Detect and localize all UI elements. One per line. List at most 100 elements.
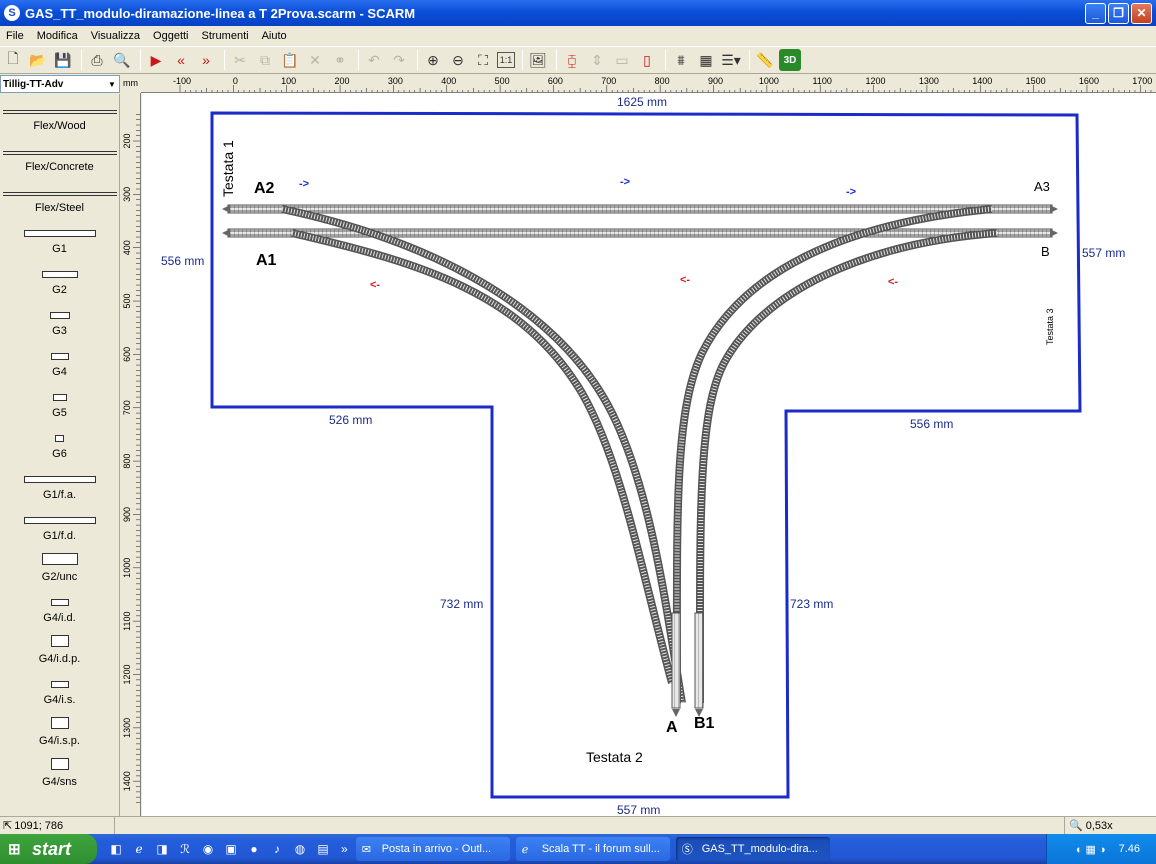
quick-launch-icon[interactable]: ▤ xyxy=(314,840,332,858)
menu-oggetti[interactable]: Oggetti xyxy=(147,30,195,42)
open-folder-icon[interactable]: 📂 xyxy=(27,49,49,71)
track-shape xyxy=(41,271,78,278)
forward-icon[interactable]: » xyxy=(195,49,217,71)
track-height-icon[interactable]: ⇕ xyxy=(586,49,608,71)
maximize-button[interactable]: ❐ xyxy=(1108,2,1129,24)
quick-launch-icon[interactable]: ◍ xyxy=(291,840,309,858)
quick-launch-icon[interactable]: ♪ xyxy=(268,840,286,858)
run-icon[interactable]: ▶ xyxy=(145,49,167,71)
print-icon[interactable]: ⎙ xyxy=(86,49,108,71)
task-outlook[interactable]: ✉ Posta in arrivo - Outl... xyxy=(355,837,510,861)
layout-drawing xyxy=(210,111,1082,799)
dimension-inner-left: 526 mm xyxy=(329,413,373,427)
image-icon[interactable]: 🖼 xyxy=(527,49,549,71)
track-shape xyxy=(23,517,96,524)
redo-icon[interactable]: ↷ xyxy=(388,49,410,71)
dimension-top: 1625 mm xyxy=(617,95,668,109)
menu-modifica[interactable]: Modifica xyxy=(31,30,85,42)
grid-icon[interactable]: ▦ xyxy=(695,49,717,71)
menu-strumenti[interactable]: Strumenti xyxy=(196,30,256,42)
library-item-g5[interactable]: G5 xyxy=(0,378,119,419)
library-item-g2-unc[interactable]: G2/unc xyxy=(0,542,119,583)
paste-icon[interactable]: 📋 xyxy=(279,49,301,71)
start-button[interactable]: ⊞ start xyxy=(0,834,97,864)
measure-icon[interactable]: 📏 xyxy=(754,49,776,71)
menu-file[interactable]: File xyxy=(0,30,31,42)
track-isolate-icon[interactable]: ▯ xyxy=(636,49,658,71)
rewind-icon[interactable]: « xyxy=(170,49,192,71)
library-selector[interactable]: Tillig-TT-Adv ▼ xyxy=(0,75,120,93)
quick-launch-icon[interactable]: ◨ xyxy=(153,840,171,858)
track-straight-upper xyxy=(222,204,1058,214)
library-item-g4-is[interactable]: G4/i.s. xyxy=(0,665,119,706)
task-browser[interactable]: ℯ Scala TT - il forum sull... xyxy=(515,837,670,861)
layout-canvas[interactable]: 1625 mm 556 mm 557 mm 526 mm 556 mm 732 … xyxy=(142,93,1156,816)
layers-icon[interactable]: ☰▾ xyxy=(720,49,742,71)
ruler-tick-label: 1200 xyxy=(122,664,132,684)
new-file-icon[interactable]: 🗋 xyxy=(2,49,24,71)
print-preview-icon[interactable]: 🔍 xyxy=(111,49,133,71)
toolbar-separator xyxy=(140,50,141,70)
dimension-stem-left: 732 mm xyxy=(440,597,484,611)
library-item-g4-idp[interactable]: G4/i.d.p. xyxy=(0,624,119,665)
library-item-g4[interactable]: G4 xyxy=(0,337,119,378)
scarm-app-icon: Ⓢ xyxy=(681,844,693,856)
media-player-icon[interactable]: ● xyxy=(245,840,263,858)
minimize-button[interactable]: _ xyxy=(1085,2,1106,24)
tray-icons[interactable]: ◐▦◑ xyxy=(1076,843,1109,856)
library-item-flex-steel[interactable]: Flex/Steel xyxy=(0,173,119,214)
save-icon[interactable]: 💾 xyxy=(52,49,74,71)
ruler-tick-label: 1300 xyxy=(122,718,132,738)
quick-launch-icon[interactable]: ◧ xyxy=(107,840,125,858)
library-item-flex-concrete[interactable]: Flex/Concrete xyxy=(0,132,119,173)
library-item-g1[interactable]: G1 xyxy=(0,214,119,255)
scarm-app-icon[interactable]: S xyxy=(4,5,20,21)
menu-aiuto[interactable]: Aiuto xyxy=(256,30,294,42)
library-item-label: G1/f.a. xyxy=(42,489,77,501)
track-curve-right-inner xyxy=(695,229,998,704)
firefox-icon[interactable]: ◉ xyxy=(199,840,217,858)
copy-icon[interactable]: ⧉ xyxy=(254,49,276,71)
zoom-in-icon[interactable]: ⊕ xyxy=(422,49,444,71)
zoom-level[interactable]: 🔍 0,53x xyxy=(1064,817,1156,834)
task-scarm[interactable]: Ⓢ GAS_TT_modulo-dira... xyxy=(675,837,830,861)
main-toolbar: 🗋 📂 💾 ⎙ 🔍 ▶ « » ✂ ⧉ 📋 ✕ ⚭ ↶ ↷ ⊕ ⊖ ⛶ 1:1 … xyxy=(0,46,1156,74)
library-item-g4-sns[interactable]: G4/sns xyxy=(0,747,119,788)
library-item-g1-fd[interactable]: G1/f.d. xyxy=(0,501,119,542)
track-section-icon[interactable]: ▭ xyxy=(611,49,633,71)
bridge-icon[interactable]: ⩩ xyxy=(670,49,692,71)
chevron-down-icon[interactable]: ▼ xyxy=(105,80,119,89)
view-3d-icon[interactable]: 3D xyxy=(779,49,801,71)
menu-visualizza[interactable]: Visualizza xyxy=(85,30,147,42)
library-item-g2[interactable]: G2 xyxy=(0,255,119,296)
quick-launch-icon[interactable]: ℛ xyxy=(176,840,194,858)
library-item-g4-id[interactable]: G4/i.d. xyxy=(0,583,119,624)
quick-launch-icon[interactable]: ▣ xyxy=(222,840,240,858)
close-button[interactable]: ✕ xyxy=(1131,2,1152,24)
library-item-flex-wood[interactable]: Flex/Wood xyxy=(0,94,119,132)
system-tray: ◐▦◑ 7.46 xyxy=(1046,834,1156,864)
label-testata-2: Testata 2 xyxy=(586,749,643,765)
track-red-icon[interactable]: ⧮ xyxy=(561,49,583,71)
library-item-g4-isp[interactable]: G4/i.s.p. xyxy=(0,706,119,747)
chevron-right-icon[interactable]: » xyxy=(341,842,348,856)
library-item-g1-fa[interactable]: G1/f.a. xyxy=(0,460,119,501)
delete-icon[interactable]: ✕ xyxy=(304,49,326,71)
cut-icon[interactable]: ✂ xyxy=(229,49,251,71)
zoom-1to1-icon[interactable]: 1:1 xyxy=(497,52,515,68)
zoom-out-icon[interactable]: ⊖ xyxy=(447,49,469,71)
browser-icon[interactable]: ℯ xyxy=(130,840,148,858)
zoom-fit-icon[interactable]: ⛶ xyxy=(472,49,494,71)
link-icon[interactable]: ⚭ xyxy=(329,49,351,71)
ruler-tick-label: 400 xyxy=(441,76,456,86)
library-item-g3[interactable]: G3 xyxy=(0,296,119,337)
direction-arrow-left: <- xyxy=(680,274,691,286)
label-b1: B1 xyxy=(694,715,715,732)
undo-icon[interactable]: ↶ xyxy=(363,49,385,71)
track-shape xyxy=(50,599,69,606)
track-shape xyxy=(52,394,67,401)
library-item-g6[interactable]: G6 xyxy=(0,419,119,460)
ruler-tick-label: 900 xyxy=(708,76,723,86)
ruler-tick-label: 400 xyxy=(122,240,132,255)
track-shape xyxy=(50,353,69,360)
